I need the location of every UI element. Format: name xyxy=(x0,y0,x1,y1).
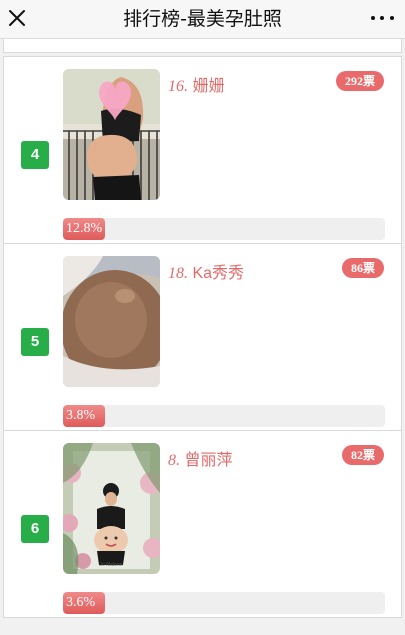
vote-number: 292 xyxy=(344,74,363,88)
entry-name-text: 姗姗 xyxy=(192,78,225,95)
entry-name-text: Ka秀秀 xyxy=(192,265,245,282)
more-dots-icon xyxy=(370,16,375,20)
vote-progress-bar: 12.8% xyxy=(63,218,385,240)
pregnant-belly-photo: Jo Malone xyxy=(63,443,160,574)
entry-number: 16. xyxy=(168,78,188,95)
entry-photo[interactable] xyxy=(63,256,160,387)
vote-count-badge: 292票 xyxy=(335,71,384,91)
ranking-card[interactable]: 4 16. 姗姗 292票 12.8% xyxy=(3,56,402,244)
pregnant-belly-photo xyxy=(63,69,160,200)
rank-badge: 4 xyxy=(21,141,49,169)
ranking-card[interactable]: 5 18. Ka秀秀 86票 3.8% xyxy=(3,243,402,431)
top-bar: 排行榜-最美孕肚照 xyxy=(0,0,405,39)
vote-percent-label: 3.6% xyxy=(66,595,96,610)
page-title: 排行榜-最美孕肚照 xyxy=(123,8,282,30)
vote-count-badge: 82票 xyxy=(341,445,384,465)
vote-unit: 票 xyxy=(362,74,375,88)
entry-name[interactable]: 18. Ka秀秀 xyxy=(168,259,244,283)
vote-unit: 票 xyxy=(362,448,375,462)
close-button[interactable] xyxy=(4,5,30,31)
vote-number: 82 xyxy=(350,448,363,462)
pregnant-belly-photo xyxy=(63,256,160,387)
vote-percent-label: 12.8% xyxy=(66,221,103,236)
vote-count-badge: 86票 xyxy=(341,258,384,278)
vote-percent-label: 3.8% xyxy=(66,408,96,423)
vote-unit: 票 xyxy=(362,261,375,275)
entry-number: 8. xyxy=(168,452,180,469)
photo-caption: Jo Malone xyxy=(99,562,122,568)
close-icon xyxy=(9,10,25,26)
vote-number: 86 xyxy=(350,261,363,275)
ranking-list[interactable]: 4 16. 姗姗 292票 12.8% 5 18. Ka秀秀 86票 3.8% … xyxy=(0,39,405,635)
vote-progress-bar: 3.6% xyxy=(63,592,385,614)
more-button[interactable] xyxy=(365,5,399,31)
entry-photo[interactable]: Jo Malone xyxy=(63,443,160,574)
entry-name-text: 曾丽萍 xyxy=(184,452,233,469)
vote-progress-bar: 3.8% xyxy=(63,405,385,427)
entry-photo[interactable] xyxy=(63,69,160,200)
entry-name[interactable]: 8. 曾丽萍 xyxy=(168,446,232,470)
ranking-card[interactable]: 6 Jo Malone 8. 曾丽萍 82票 3.6% xyxy=(3,430,402,618)
previous-entry-card xyxy=(3,39,402,53)
entry-number: 18. xyxy=(168,265,188,282)
rank-badge: 6 xyxy=(21,515,49,543)
rank-badge: 5 xyxy=(21,328,49,356)
entry-name[interactable]: 16. 姗姗 xyxy=(168,72,224,96)
